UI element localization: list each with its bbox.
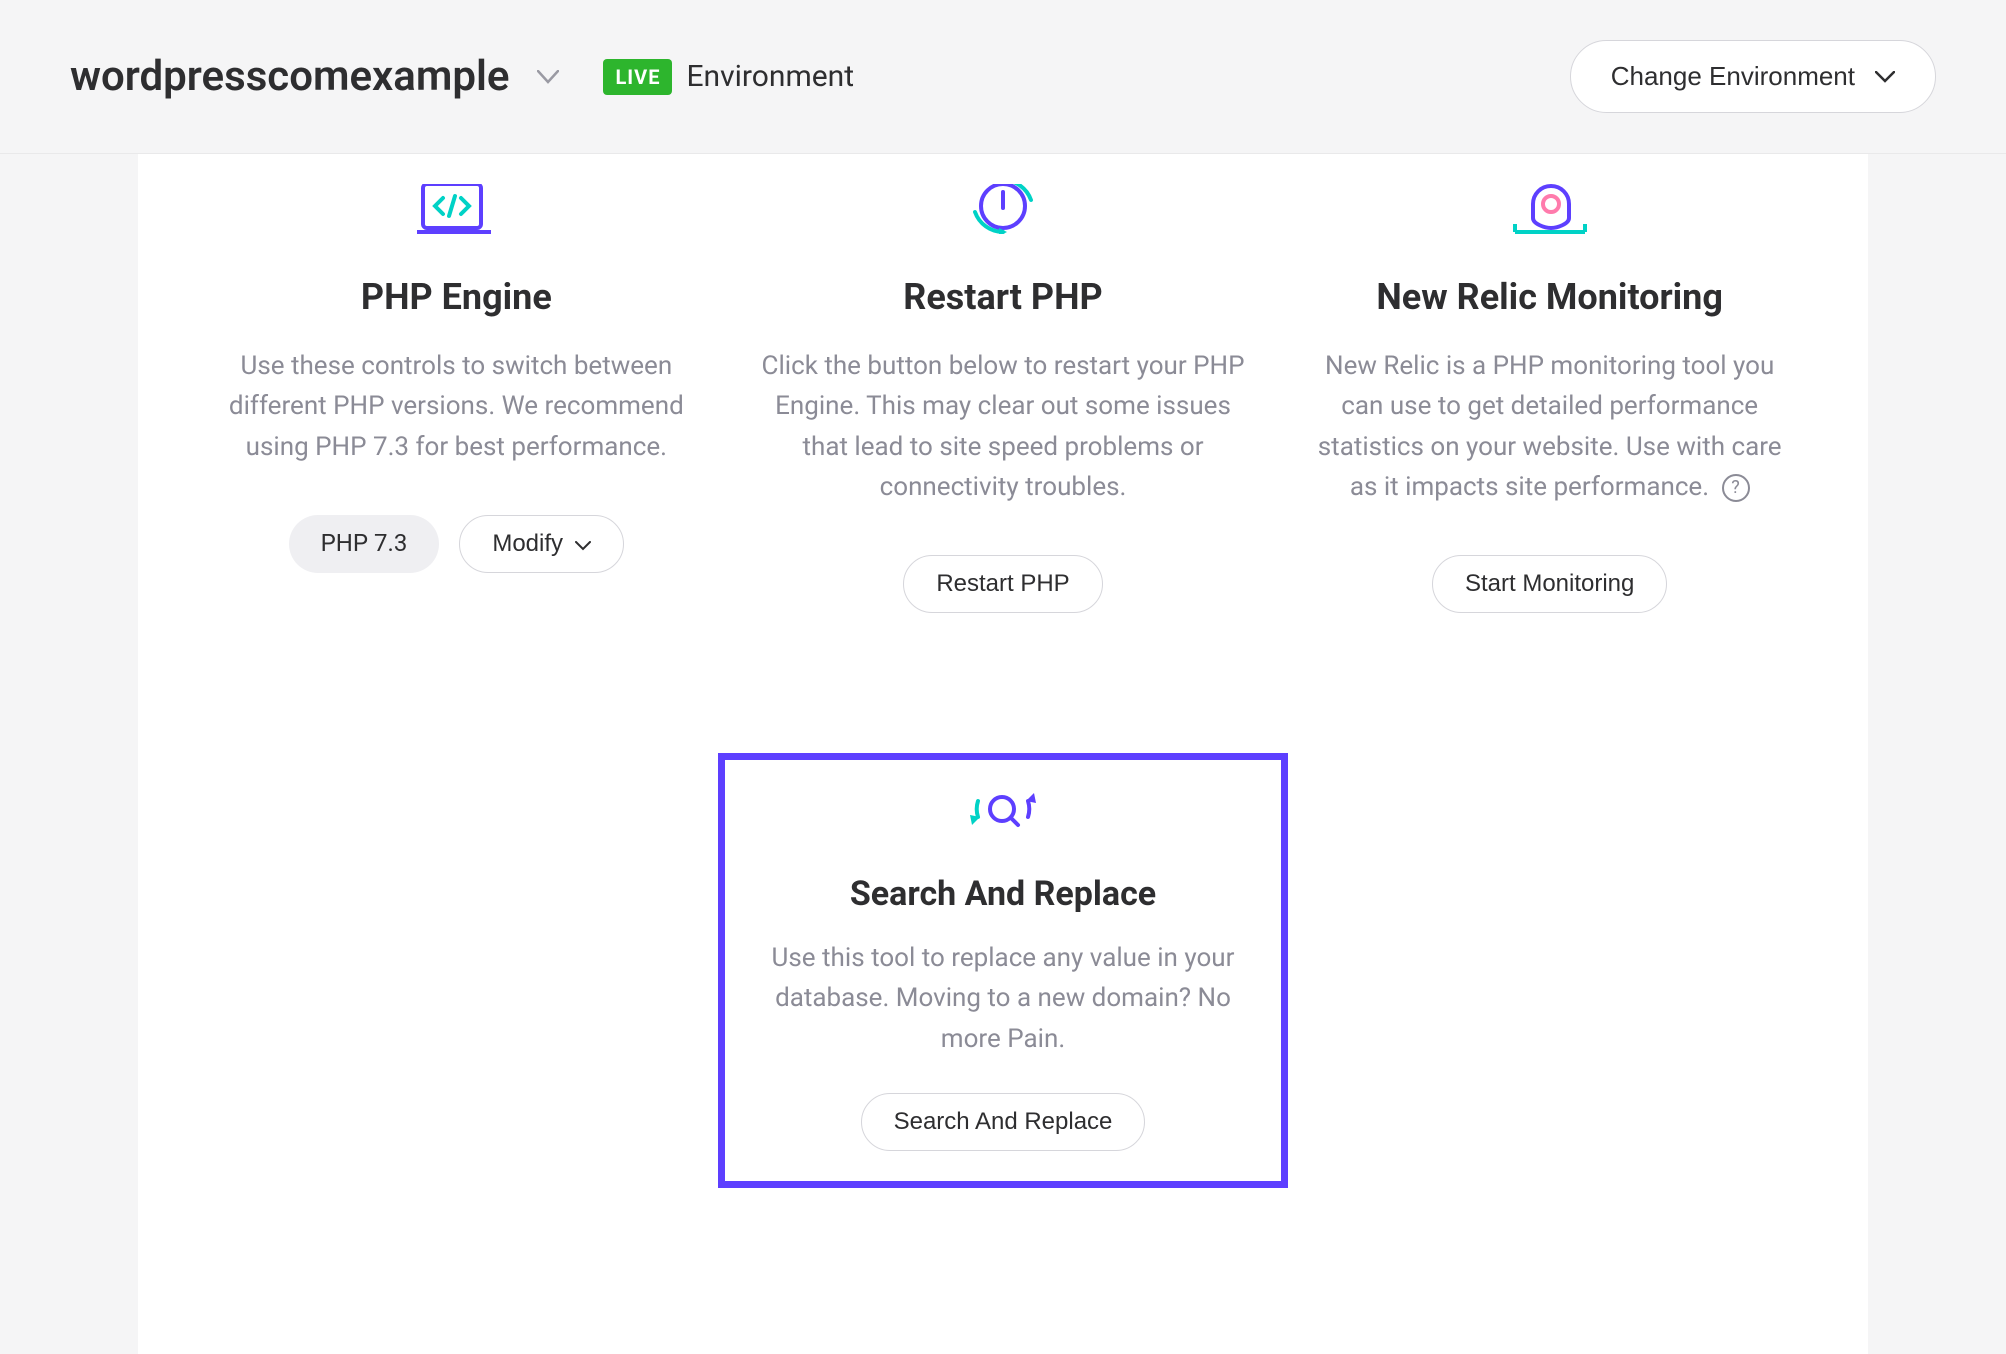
environment-indicator: LIVE Environment	[603, 59, 854, 95]
search-replace-desc: Use this tool to replace any value in yo…	[755, 938, 1251, 1059]
new-relic-icon	[1301, 154, 1798, 234]
new-relic-actions: Start Monitoring	[1301, 555, 1798, 613]
modify-button[interactable]: Modify	[459, 515, 624, 573]
search-replace-button-label: Search And Replace	[894, 1108, 1113, 1136]
new-relic-desc-text: New Relic is a PHP monitoring tool you c…	[1318, 351, 1782, 502]
new-relic-desc: New Relic is a PHP monitoring tool you c…	[1301, 346, 1798, 507]
site-name: wordpresscomexample	[70, 52, 509, 101]
help-icon[interactable]: ?	[1722, 474, 1750, 502]
search-replace-icon	[755, 774, 1251, 844]
change-environment-label: Change Environment	[1611, 61, 1855, 92]
live-badge: LIVE	[603, 59, 672, 95]
search-replace-card: Search And Replace Use this tool to repl…	[755, 774, 1251, 1151]
new-relic-title: New Relic Monitoring	[1301, 276, 1798, 318]
restart-php-title: Restart PHP	[755, 276, 1252, 318]
tools-row-2: Search And Replace Use this tool to repl…	[198, 753, 1808, 1188]
php-engine-title: PHP Engine	[208, 276, 705, 318]
search-replace-highlight: Search And Replace Use this tool to repl…	[718, 753, 1288, 1188]
new-relic-card: New Relic Monitoring New Relic is a PHP …	[1291, 154, 1808, 613]
site-selector[interactable]: wordpresscomexample	[70, 52, 559, 101]
restart-php-desc: Click the button below to restart your P…	[755, 346, 1252, 507]
php-engine-actions: PHP 7.3 Modify	[208, 515, 705, 573]
top-bar: wordpresscomexample LIVE Environment Cha…	[0, 0, 2006, 154]
change-environment-button[interactable]: Change Environment	[1570, 40, 1936, 113]
chevron-down-icon	[575, 530, 591, 558]
start-monitoring-label: Start Monitoring	[1465, 570, 1634, 598]
search-replace-button[interactable]: Search And Replace	[861, 1093, 1146, 1151]
restart-php-card: Restart PHP Click the button below to re…	[745, 154, 1262, 613]
modify-label: Modify	[492, 530, 563, 558]
start-monitoring-button[interactable]: Start Monitoring	[1432, 555, 1667, 613]
php-version-badge: PHP 7.3	[289, 515, 440, 573]
php-engine-desc: Use these controls to switch between dif…	[208, 346, 705, 467]
restart-php-button[interactable]: Restart PHP	[903, 555, 1102, 613]
search-replace-actions: Search And Replace	[755, 1093, 1251, 1151]
restart-php-actions: Restart PHP	[755, 555, 1252, 613]
restart-php-button-label: Restart PHP	[936, 570, 1069, 598]
restart-php-icon	[755, 154, 1252, 234]
chevron-down-icon	[1875, 71, 1895, 83]
chevron-down-icon	[537, 70, 559, 84]
tools-row-1: PHP Engine Use these controls to switch …	[198, 154, 1808, 613]
environment-label: Environment	[686, 59, 854, 94]
search-replace-title: Search And Replace	[755, 874, 1251, 914]
php-engine-card: PHP Engine Use these controls to switch …	[198, 154, 715, 613]
tools-panel: PHP Engine Use these controls to switch …	[138, 154, 1868, 1354]
php-engine-icon	[208, 154, 705, 234]
